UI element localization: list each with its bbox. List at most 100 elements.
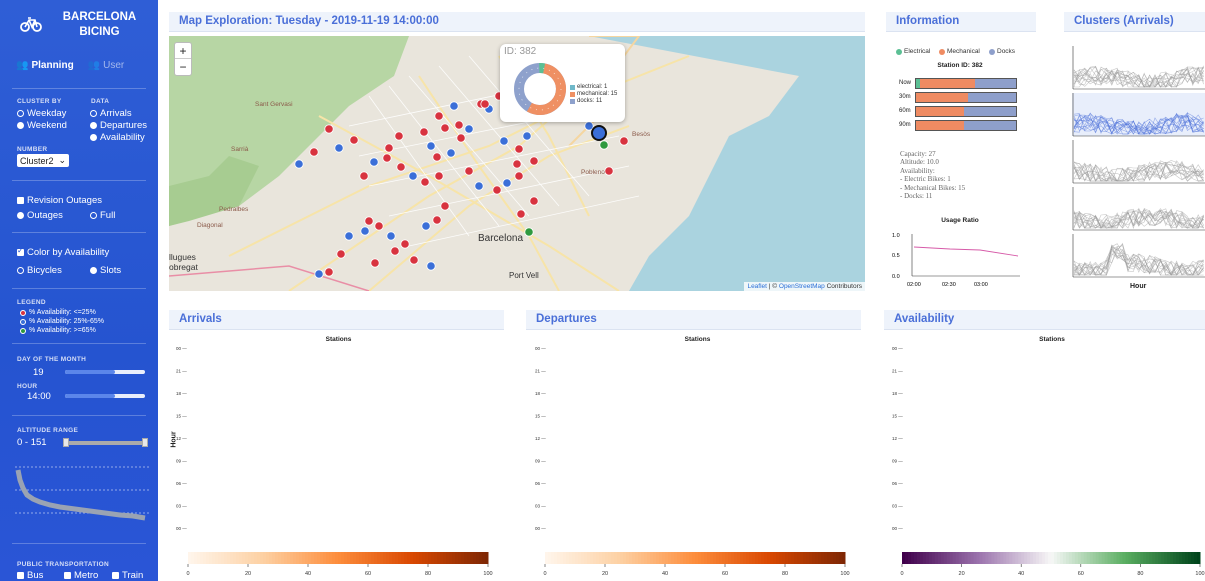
departures-heatmap[interactable]: 00 — 21 — 18 — 15 — 12 — 09 — 06 — 03 — 00 — <box>535 344 855 536</box>
station-marker[interactable] <box>419 127 429 137</box>
colorbar-segment <box>560 552 564 564</box>
radio-outages[interactable]: Outages <box>17 210 63 221</box>
station-marker[interactable] <box>440 201 450 211</box>
station-marker[interactable] <box>464 124 474 134</box>
station-marker[interactable] <box>619 136 629 146</box>
station-marker[interactable] <box>390 246 400 256</box>
radio-bicycles[interactable]: Bicycles <box>17 265 62 276</box>
station-marker[interactable] <box>502 178 512 188</box>
osm-link[interactable]: OpenStreetMap <box>779 283 825 290</box>
station-marker[interactable] <box>314 269 324 279</box>
station-marker[interactable] <box>344 231 354 241</box>
station-marker[interactable] <box>386 231 396 241</box>
station-marker[interactable] <box>604 166 614 176</box>
station-marker[interactable] <box>409 255 419 265</box>
availability-subtitle: Stations <box>1039 336 1065 343</box>
checkbox-bus[interactable]: Bus <box>17 570 43 581</box>
station-marker[interactable] <box>434 171 444 181</box>
station-marker[interactable] <box>524 227 534 237</box>
station-marker[interactable] <box>434 111 444 121</box>
station-marker[interactable] <box>529 196 539 206</box>
station-marker[interactable] <box>499 136 509 146</box>
checkbox-train[interactable]: Train <box>112 570 143 581</box>
cluster-chart[interactable] <box>1072 46 1205 90</box>
station-marker[interactable] <box>440 123 450 133</box>
station-marker[interactable] <box>432 152 442 162</box>
station-marker[interactable] <box>599 140 609 150</box>
checkbox-revision-outages[interactable]: Revision Outages <box>17 195 102 206</box>
station-marker[interactable] <box>294 159 304 169</box>
checkbox-color-by-availability[interactable]: Color by Availability <box>17 246 109 258</box>
station-marker[interactable] <box>584 121 594 131</box>
map-view[interactable]: + − Barcelona Port Vell Sant Gervasi Sar… <box>169 36 865 291</box>
station-marker[interactable] <box>369 157 379 167</box>
station-marker[interactable] <box>364 216 374 226</box>
station-marker[interactable] <box>464 166 474 176</box>
radio-weekend[interactable]: Weekend <box>17 120 67 131</box>
station-marker[interactable] <box>324 124 334 134</box>
station-marker[interactable] <box>359 171 369 181</box>
station-marker[interactable] <box>522 131 532 141</box>
radio-arrivals[interactable]: Arrivals <box>90 108 132 119</box>
radio-full[interactable]: Full <box>90 210 115 221</box>
station-marker[interactable] <box>474 181 484 191</box>
station-marker[interactable] <box>426 261 436 271</box>
station-marker[interactable] <box>384 143 394 153</box>
leaflet-link[interactable]: Leaflet <box>747 283 767 290</box>
station-marker[interactable] <box>456 133 466 143</box>
cluster-chart[interactable] <box>1072 187 1205 231</box>
station-marker[interactable] <box>446 148 456 158</box>
cluster-chart[interactable] <box>1072 234 1205 278</box>
station-marker[interactable] <box>382 153 392 163</box>
station-marker[interactable] <box>309 147 319 157</box>
colorbar-segment <box>707 552 711 564</box>
tab-user[interactable]: 👥 User <box>88 60 125 71</box>
altitude-slider[interactable] <box>65 441 145 445</box>
altitude-max-handle[interactable] <box>142 438 148 447</box>
colorbar-segment <box>572 552 576 564</box>
station-marker[interactable] <box>396 162 406 172</box>
station-marker[interactable] <box>480 99 490 109</box>
station-marker[interactable] <box>516 209 526 219</box>
availability-heatmap[interactable]: 00 — 21 — 18 — 15 — 12 — 09 — 06 — 03 — 00 — <box>892 344 1205 536</box>
station-marker[interactable] <box>336 249 346 259</box>
cluster-chart[interactable] <box>1072 93 1205 137</box>
station-marker[interactable] <box>454 120 464 130</box>
altitude-min-handle[interactable] <box>63 438 69 447</box>
heatmap-y-tick: 15 — <box>892 414 903 419</box>
cluster-line-charts[interactable] <box>1072 46 1205 286</box>
station-marker[interactable] <box>492 185 502 195</box>
station-marker[interactable] <box>400 239 410 249</box>
tab-planning[interactable]: 👥 Planning <box>16 60 74 71</box>
selected-station-marker[interactable] <box>591 125 607 141</box>
station-marker[interactable] <box>324 267 334 277</box>
station-marker[interactable] <box>374 221 384 231</box>
station-marker[interactable] <box>514 171 524 181</box>
checkbox-metro[interactable]: Metro <box>64 570 98 581</box>
station-marker[interactable] <box>349 135 359 145</box>
station-marker[interactable] <box>360 226 370 236</box>
station-marker[interactable] <box>432 215 442 225</box>
cluster-chart[interactable] <box>1072 140 1205 184</box>
radio-weekday[interactable]: Weekday <box>17 108 66 119</box>
colorbar-segment <box>230 552 234 564</box>
colorbar-segment <box>566 552 570 564</box>
radio-slots[interactable]: Slots <box>90 265 121 276</box>
station-marker[interactable] <box>421 221 431 231</box>
station-marker[interactable] <box>394 131 404 141</box>
forecast-bar-segment <box>916 107 965 116</box>
station-marker[interactable] <box>449 101 459 111</box>
colorbar-segment <box>1167 552 1171 564</box>
station-marker[interactable] <box>370 258 380 268</box>
station-marker[interactable] <box>334 143 344 153</box>
station-marker[interactable] <box>512 159 522 169</box>
station-marker[interactable] <box>514 144 524 154</box>
radio-departures[interactable]: Departures <box>90 120 147 131</box>
station-marker[interactable] <box>408 171 418 181</box>
station-marker[interactable] <box>426 141 436 151</box>
arrivals-heatmap[interactable]: 00 — 21 — 18 — 15 — 12 — 09 — 06 — 03 — 00 — <box>176 344 496 536</box>
radio-availability[interactable]: Availability <box>90 132 145 143</box>
station-marker[interactable] <box>420 177 430 187</box>
station-marker[interactable] <box>529 156 539 166</box>
cluster-select[interactable]: Cluster2 ⌄ <box>17 154 69 167</box>
